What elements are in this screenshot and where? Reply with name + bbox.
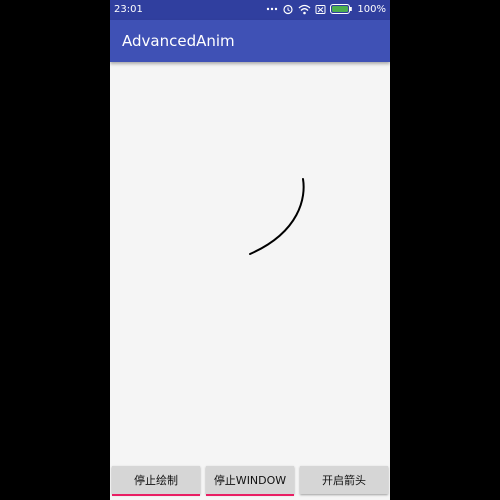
stop-window-accent — [206, 494, 294, 496]
notification-dots-icon — [266, 4, 278, 14]
stop-draw-button[interactable]: 停止绘制 — [112, 466, 200, 496]
animation-svg — [249, 178, 305, 255]
animation-canvas — [110, 62, 390, 462]
battery-icon — [330, 4, 353, 14]
battery-percent: 100% — [357, 3, 386, 15]
wifi-icon — [298, 4, 311, 15]
stop-window-label: 停止WINDOW — [213, 474, 287, 487]
app-bar: AdvancedAnim — [110, 20, 390, 62]
open-arrow-button[interactable]: 开启箭头 — [300, 466, 388, 494]
open-arrow-label: 开启箭头 — [322, 474, 366, 487]
status-time: 23:01 — [114, 4, 143, 15]
sim-icon — [315, 4, 326, 15]
stop-draw-accent — [112, 494, 200, 496]
stop-window-button[interactable]: 停止WINDOW — [206, 466, 294, 496]
animated-arc — [249, 178, 305, 255]
app-title: AdvancedAnim — [122, 32, 235, 50]
status-bar: 23:01 100% — [110, 0, 390, 20]
alarm-icon — [282, 3, 294, 15]
status-icons: 100% — [266, 3, 386, 15]
stop-draw-label: 停止绘制 — [134, 474, 178, 487]
phone-screen: 23:01 100% AdvancedAnim 停止绘制 停止WINDOW 开启… — [110, 0, 390, 500]
